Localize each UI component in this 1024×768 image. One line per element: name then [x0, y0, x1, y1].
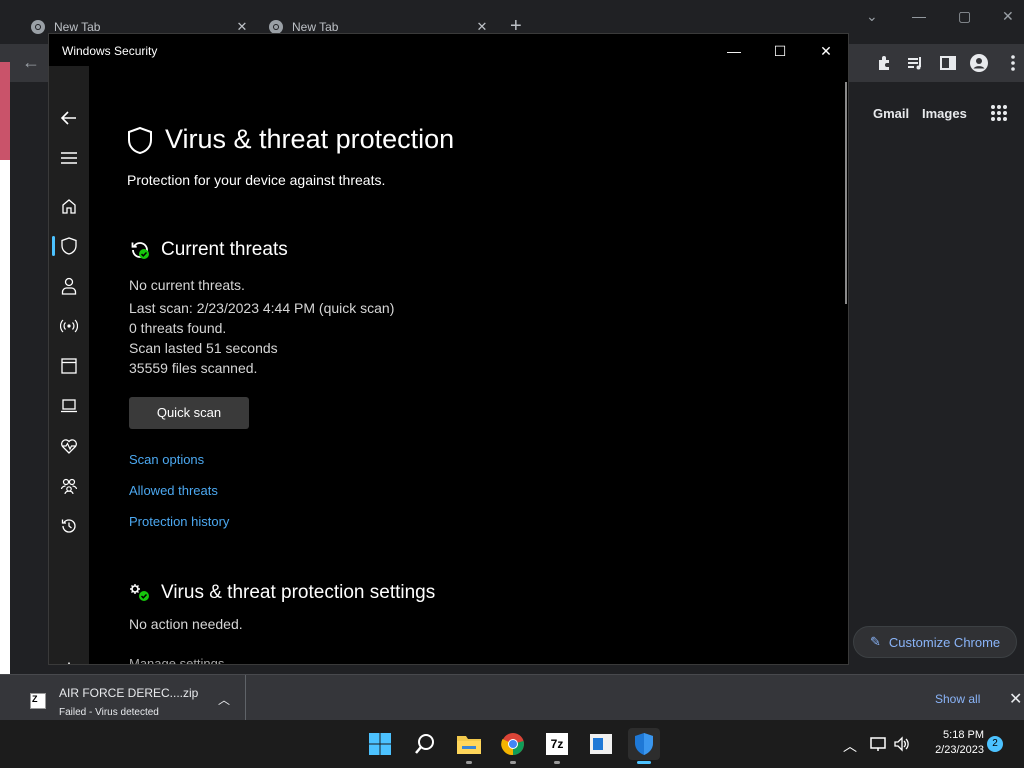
images-link[interactable]: Images: [922, 106, 967, 121]
windows-security-icon: [635, 733, 653, 755]
windows-security-window: Windows Security — ☐ ✕ Virus & threat pr…: [48, 33, 849, 665]
customize-chrome-button[interactable]: ✎ Customize Chrome: [853, 626, 1017, 658]
download-file-name: AIR FORCE DEREC....zip: [59, 686, 199, 700]
app-browser-icon[interactable]: [59, 356, 79, 376]
tab-title: New Tab: [292, 20, 339, 34]
scrollbar[interactable]: [845, 82, 847, 304]
close-download-bar-icon[interactable]: ✕: [1009, 689, 1022, 709]
main-content: Virus & threat protection Protection for…: [89, 66, 848, 664]
window-title: Windows Security: [62, 44, 158, 58]
network-icon[interactable]: [870, 736, 888, 752]
allowed-threats-link[interactable]: Allowed threats: [129, 483, 218, 498]
7zip-icon: 7z: [546, 733, 568, 755]
download-bar: Z AIR FORCE DEREC....zip Failed - Virus …: [0, 674, 1024, 721]
settings-status-icon: [130, 584, 149, 601]
media-icon[interactable]: [906, 54, 924, 72]
settings-icon[interactable]: [59, 660, 79, 664]
notification-badge[interactable]: 2: [987, 736, 1003, 752]
windows-security-taskbar-button[interactable]: [628, 728, 660, 764]
start-button[interactable]: [364, 728, 396, 760]
extensions-icon[interactable]: [875, 54, 893, 72]
page-title: Virus & threat protection: [165, 124, 455, 154]
customize-chrome-label: Customize Chrome: [888, 634, 1001, 650]
gmail-link[interactable]: Gmail: [873, 106, 909, 121]
settings-section-header: Virus & threat protection settings: [129, 582, 435, 604]
home-icon[interactable]: [59, 196, 79, 216]
scan-history-icon: [131, 242, 149, 259]
settings-heading: Virus & threat protection settings: [161, 582, 436, 603]
google-apps-icon[interactable]: [990, 104, 1008, 122]
close-icon[interactable]: ✕: [803, 40, 848, 62]
back-arrow-icon[interactable]: ←: [22, 52, 40, 73]
device-security-icon[interactable]: [59, 396, 79, 416]
family-icon[interactable]: [59, 476, 79, 496]
app-button[interactable]: [585, 728, 617, 760]
firewall-icon[interactable]: [59, 316, 79, 336]
7zip-button[interactable]: 7z: [541, 728, 573, 764]
zip-file-icon: Z: [30, 693, 46, 709]
quick-scan-button[interactable]: Quick scan: [129, 397, 249, 429]
search-icon: [415, 734, 434, 754]
time: 5:18 PM: [943, 729, 984, 741]
maximize-icon[interactable]: ☐: [757, 40, 803, 62]
download-status: Failed - Virus detected: [59, 707, 159, 718]
current-threats-heading: Current threats: [161, 239, 288, 260]
active-nav-indicator: [52, 236, 55, 256]
minimize-icon[interactable]: —: [711, 40, 757, 62]
menu-icon[interactable]: [1004, 54, 1022, 72]
active-indicator: [637, 761, 651, 764]
threats-found: 0 threats found.: [129, 320, 227, 336]
settings-status: No action needed.: [129, 616, 243, 632]
history-icon[interactable]: [59, 516, 79, 536]
start-icon: [369, 733, 391, 755]
back-icon[interactable]: [59, 108, 79, 128]
scan-duration: Scan lasted 51 seconds: [129, 340, 278, 356]
scan-options-link[interactable]: Scan options: [129, 452, 204, 467]
hamburger-icon[interactable]: [59, 148, 79, 168]
background-window-edge: [0, 82, 10, 674]
minimize-icon[interactable]: —: [912, 8, 926, 24]
tab-search-icon[interactable]: ⌄: [866, 8, 878, 25]
chevron-up-icon[interactable]: ︿: [843, 736, 857, 756]
search-button[interactable]: [409, 728, 441, 760]
current-threats-header: Current threats: [129, 239, 288, 261]
chrome-icon: [501, 733, 524, 756]
account-icon[interactable]: [59, 276, 79, 296]
tab-title: New Tab: [54, 20, 101, 34]
page-subtitle: Protection for your device against threa…: [127, 172, 386, 188]
maximize-icon[interactable]: ▢: [958, 8, 971, 25]
navigation-rail: [49, 66, 89, 664]
pencil-icon: ✎: [870, 634, 881, 649]
side-panel-icon[interactable]: [939, 54, 957, 72]
shield-icon: [128, 126, 152, 154]
close-icon[interactable]: ✕: [1002, 8, 1014, 25]
app-icon: [590, 734, 612, 754]
files-scanned: 35559 files scanned.: [129, 360, 258, 376]
volume-icon[interactable]: [893, 736, 911, 752]
page-header: Virus & threat protection: [127, 124, 454, 155]
clock[interactable]: 5:18 PM 2/23/2023: [920, 728, 984, 758]
file-explorer-button[interactable]: [453, 728, 485, 764]
running-indicator: [554, 761, 560, 764]
health-icon[interactable]: [59, 436, 79, 456]
show-all-downloads-link[interactable]: Show all: [935, 692, 980, 706]
window-titlebar: Windows Security — ☐ ✕: [49, 34, 848, 66]
background-window-accent: [0, 62, 10, 160]
running-indicator: [466, 761, 472, 764]
manage-settings-link[interactable]: Manage settings: [129, 656, 224, 664]
date: 2/23/2023: [935, 744, 984, 756]
download-item[interactable]: Z AIR FORCE DEREC....zip Failed - Virus …: [10, 675, 246, 721]
chevron-up-icon[interactable]: ︿: [218, 691, 230, 708]
shield-icon[interactable]: [59, 236, 79, 256]
profile-icon[interactable]: [970, 54, 988, 72]
running-indicator: [510, 761, 516, 764]
threat-status: No current threats.: [129, 277, 245, 293]
chrome-icon: [31, 20, 45, 34]
file-explorer-icon: [457, 736, 481, 754]
last-scan: Last scan: 2/23/2023 4:44 PM (quick scan…: [129, 300, 395, 316]
protection-history-link[interactable]: Protection history: [129, 514, 229, 529]
chrome-taskbar-button[interactable]: [497, 728, 529, 764]
